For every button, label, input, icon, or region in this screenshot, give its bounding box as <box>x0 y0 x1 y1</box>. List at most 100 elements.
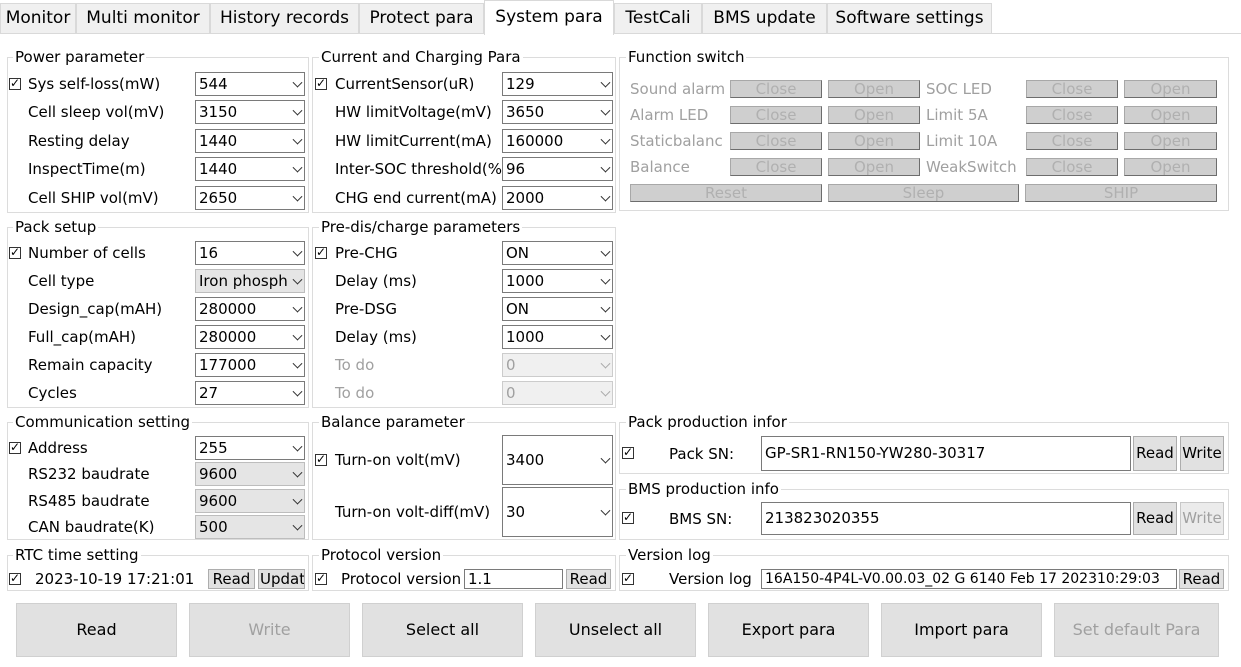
sound-alarm-label: Sound alarm <box>630 80 726 98</box>
rs485-baudrate-select[interactable]: 9600 <box>195 489 305 513</box>
full-cap-select[interactable]: 280000 <box>195 325 305 349</box>
bms-sn-checkbox[interactable] <box>622 509 634 525</box>
tab-software-settings[interactable]: Software settings <box>827 3 992 33</box>
can-baudrate-select[interactable]: 500 <box>195 515 305 539</box>
soc-led-open-button[interactable]: Open <box>1124 80 1217 98</box>
protocol-version-input[interactable]: 1.1 <box>464 569 563 589</box>
write-all-button[interactable]: Write <box>189 603 350 657</box>
alarm-led-label: Alarm LED <box>630 106 709 124</box>
inter-soc-threshold-select[interactable]: 96 <box>502 157 613 181</box>
bms-sn-input[interactable]: 213823020355 <box>761 502 1131 535</box>
resting-delay-select[interactable]: 1440 <box>195 129 305 153</box>
hw-limit-current-select[interactable]: 160000 <box>502 129 613 153</box>
weakswitch-open-button[interactable]: Open <box>1124 158 1217 176</box>
number-of-cells-checkbox[interactable] <box>9 244 21 260</box>
turn-on-volt-diff-select[interactable]: 30 <box>502 487 613 537</box>
current-sensor-checkbox[interactable] <box>315 75 327 91</box>
rtc-update-button[interactable]: Update <box>258 569 305 589</box>
to-do-select-1[interactable]: 0 <box>502 353 613 377</box>
staticbalanc-label: Staticbalanc <box>630 132 723 150</box>
communication-setting-title: Communication setting <box>13 413 192 431</box>
protocol-read-button[interactable]: Read <box>566 569 611 589</box>
limit-10a-open-button[interactable]: Open <box>1124 132 1217 150</box>
export-para-button[interactable]: Export para <box>708 603 869 657</box>
alarm-led-close-button[interactable]: Close <box>730 106 822 124</box>
full-cap-label: Full_cap(mAH) <box>28 328 136 346</box>
turn-on-volt-label: Turn-on volt(mV) <box>335 451 461 469</box>
select-all-button[interactable]: Select all <box>362 603 523 657</box>
pack-sn-input[interactable]: GP-SR1-RN150-YW280-30317 <box>761 436 1131 471</box>
tab-bms-update[interactable]: BMS update <box>702 3 827 33</box>
sleep-button[interactable]: Sleep <box>828 184 1019 202</box>
power-parameter-title: Power parameter <box>13 48 147 66</box>
sys-self-loss-select[interactable]: 544 <box>195 72 305 96</box>
cycles-select[interactable]: 27 <box>195 381 305 405</box>
address-checkbox[interactable] <box>9 439 21 455</box>
tab-system-para[interactable]: System para <box>484 0 614 35</box>
pre-chg-checkbox[interactable] <box>315 244 327 260</box>
pre-dsg-select[interactable]: ON <box>502 297 613 321</box>
read-all-button[interactable]: Read <box>16 603 177 657</box>
inspect-time-select[interactable]: 1440 <box>195 157 305 181</box>
pack-sn-read-button[interactable]: Read <box>1133 436 1177 471</box>
turn-on-volt-select[interactable]: 3400 <box>502 435 613 485</box>
cell-ship-vol-select[interactable]: 2650 <box>195 186 305 210</box>
staticbalanc-open-button[interactable]: Open <box>828 132 920 150</box>
alarm-led-open-button[interactable]: Open <box>828 106 920 124</box>
import-para-button[interactable]: Import para <box>881 603 1042 657</box>
sys-self-loss-checkbox[interactable] <box>9 75 21 91</box>
limit-10a-close-button[interactable]: Close <box>1026 132 1118 150</box>
sound-alarm-open-button[interactable]: Open <box>828 80 920 98</box>
protocol-version-checkbox[interactable] <box>315 570 327 586</box>
limit-5a-open-button[interactable]: Open <box>1124 106 1217 124</box>
pre-chg-select[interactable]: ON <box>502 241 613 265</box>
tab-testcali[interactable]: TestCali <box>614 3 702 33</box>
turn-on-volt-checkbox[interactable] <box>315 451 327 467</box>
tab-multi-monitor[interactable]: Multi monitor <box>76 3 210 33</box>
version-log-input[interactable]: 16A150-4P4L-V0.00.03_02 G 6140 Feb 17 20… <box>761 569 1177 589</box>
pre-dsg-delay-select[interactable]: 1000 <box>502 325 613 349</box>
pack-sn-label: Pack SN: <box>669 445 735 463</box>
bms-sn-write-button[interactable]: Write <box>1180 502 1224 535</box>
to-do-label-2: To do <box>335 384 375 402</box>
sound-alarm-close-button[interactable]: Close <box>730 80 822 98</box>
pre-chg-delay-select[interactable]: 1000 <box>502 269 613 293</box>
pack-sn-checkbox[interactable] <box>622 444 634 460</box>
unselect-all-button[interactable]: Unselect all <box>535 603 696 657</box>
rtc-checkbox[interactable] <box>9 570 21 586</box>
staticbalanc-close-button[interactable]: Close <box>730 132 822 150</box>
tab-history-records[interactable]: History records <box>210 3 359 33</box>
current-sensor-select[interactable]: 129 <box>502 72 613 96</box>
rs232-baudrate-select[interactable]: 9600 <box>195 462 305 486</box>
resting-delay-label: Resting delay <box>28 132 130 150</box>
version-log-title: Version log <box>626 546 713 564</box>
rtc-read-button[interactable]: Read <box>208 569 255 589</box>
pack-sn-write-button[interactable]: Write <box>1180 436 1224 471</box>
reset-button[interactable]: Reset <box>630 184 822 202</box>
rtc-time-value: 2023-10-19 17:21:01 <box>35 570 195 588</box>
chg-end-current-select[interactable]: 2000 <box>502 186 613 210</box>
set-default-para-button[interactable]: Set default Para <box>1054 603 1219 657</box>
ship-button[interactable]: SHIP <box>1025 184 1217 202</box>
bms-sn-read-button[interactable]: Read <box>1133 502 1177 535</box>
cell-type-select[interactable]: Iron phosph <box>195 269 305 293</box>
soc-led-close-button[interactable]: Close <box>1026 80 1118 98</box>
to-do-select-2[interactable]: 0 <box>502 381 613 405</box>
number-of-cells-select[interactable]: 16 <box>195 241 305 265</box>
weakswitch-close-button[interactable]: Close <box>1026 158 1118 176</box>
chg-end-current-label: CHG end current(mA) <box>335 189 497 207</box>
remain-capacity-select[interactable]: 177000 <box>195 353 305 377</box>
tab-monitor[interactable]: Monitor <box>0 3 76 33</box>
version-log-checkbox[interactable] <box>622 570 634 586</box>
remain-capacity-label: Remain capacity <box>28 356 153 374</box>
hw-limit-voltage-select[interactable]: 3650 <box>502 100 613 124</box>
cell-sleep-vol-select[interactable]: 3150 <box>195 100 305 124</box>
design-cap-select[interactable]: 280000 <box>195 297 305 321</box>
version-log-read-button[interactable]: Read <box>1179 569 1224 589</box>
tab-protect-para[interactable]: Protect para <box>359 3 484 33</box>
balance-open-button[interactable]: Open <box>828 158 920 176</box>
cell-sleep-vol-label: Cell sleep vol(mV) <box>28 103 165 121</box>
address-select[interactable]: 255 <box>195 436 305 460</box>
balance-close-button[interactable]: Close <box>730 158 822 176</box>
limit-5a-close-button[interactable]: Close <box>1026 106 1118 124</box>
